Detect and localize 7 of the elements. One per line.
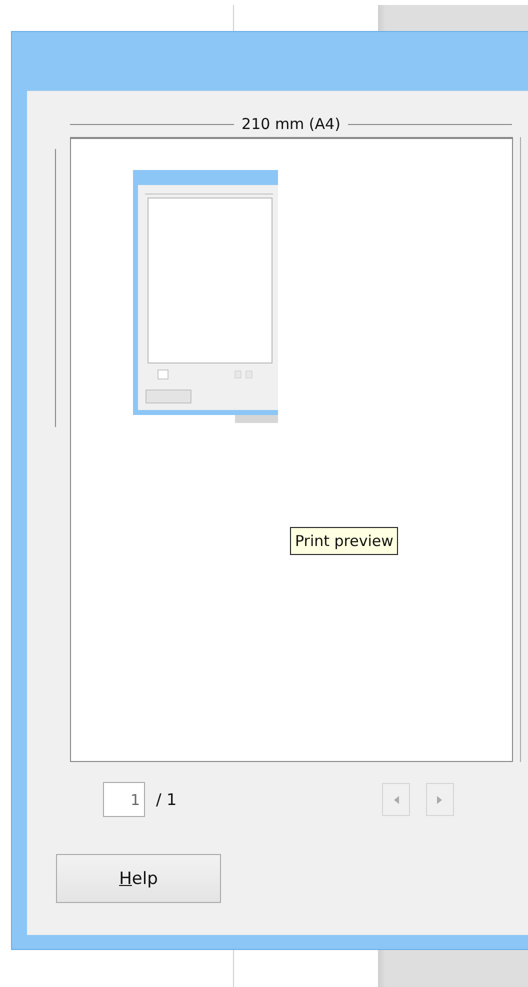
- page-total: / 1: [156, 790, 177, 809]
- left-triangle-icon: [392, 794, 400, 804]
- page-number-field[interactable]: 1: [103, 782, 145, 817]
- right-triangle-icon: [436, 794, 444, 804]
- help-button[interactable]: Help: [56, 854, 221, 903]
- width-label: 210 mm (A4): [242, 115, 340, 133]
- tooltip: Print preview: [290, 527, 398, 555]
